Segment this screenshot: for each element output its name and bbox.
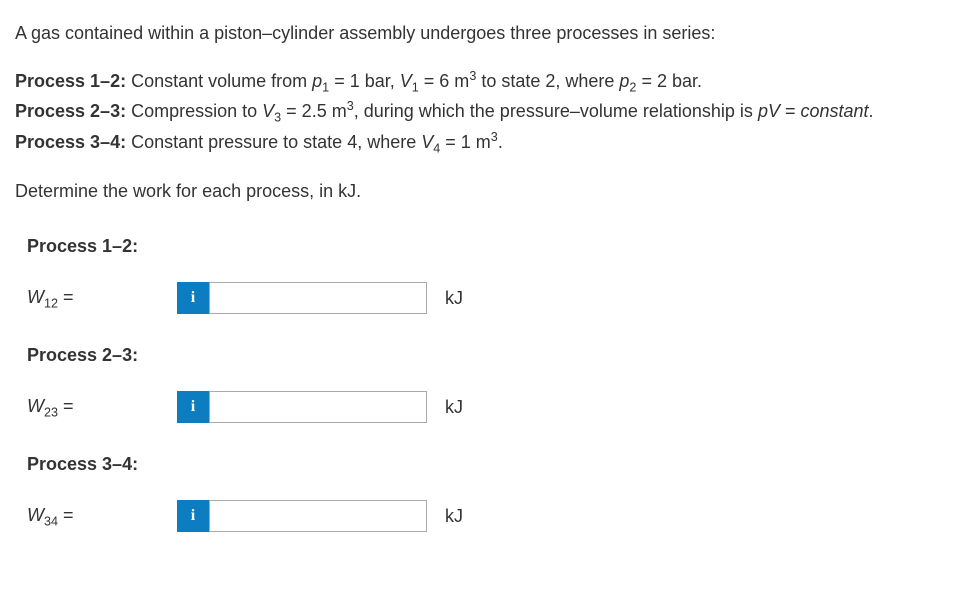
process-1-2-label: Process 1–2: xyxy=(15,71,126,91)
sub: 12 xyxy=(44,296,58,310)
var: V xyxy=(421,132,433,152)
process-3-4-desc: Process 3–4: Constant pressure to state … xyxy=(15,128,939,158)
text: Constant volume from xyxy=(126,71,312,91)
text: Constant pressure to state 4, where xyxy=(126,132,421,152)
sup: 3 xyxy=(491,130,498,144)
var: V xyxy=(262,101,274,121)
section-process-2-3: Process 2–3: W23 = i kJ xyxy=(15,342,939,423)
input-row-w34: W34 = i kJ xyxy=(27,500,939,532)
process-2-3-desc: Process 2–3: Compression to V3 = 2.5 m3,… xyxy=(15,97,939,127)
heading-process-1-2: Process 1–2: xyxy=(27,233,939,260)
eq: = xyxy=(58,396,74,416)
text: . xyxy=(498,132,503,152)
input-w12[interactable] xyxy=(209,282,427,314)
sup: 3 xyxy=(347,99,354,113)
label-w34: W34 = xyxy=(27,502,177,531)
input-row-w23: W23 = i kJ xyxy=(27,391,939,423)
process-2-3-label: Process 2–3: xyxy=(15,101,126,121)
label-w23: W23 = xyxy=(27,393,177,422)
unit-kj: kJ xyxy=(445,503,463,530)
heading-process-2-3: Process 2–3: xyxy=(27,342,939,369)
info-icon[interactable]: i xyxy=(177,500,209,532)
eq: = xyxy=(58,505,74,525)
section-process-3-4: Process 3–4: W34 = i kJ xyxy=(15,451,939,532)
process-3-4-label: Process 3–4: xyxy=(15,132,126,152)
var: W xyxy=(27,287,44,307)
text: . xyxy=(869,101,874,121)
text: = 6 m xyxy=(419,71,470,91)
text: , during which the pressure–volume relat… xyxy=(354,101,758,121)
input-w23[interactable] xyxy=(209,391,427,423)
input-row-w12: W12 = i kJ xyxy=(27,282,939,314)
text: Compression to xyxy=(126,101,262,121)
sub: 1 xyxy=(412,81,419,95)
determine-text: Determine the work for each process, in … xyxy=(15,178,939,205)
text: = 2 bar. xyxy=(636,71,702,91)
eq: = xyxy=(58,287,74,307)
sub: 23 xyxy=(44,405,58,419)
info-icon[interactable]: i xyxy=(177,391,209,423)
text: = 2.5 m xyxy=(281,101,347,121)
text: to state 2, where xyxy=(476,71,619,91)
section-process-1-2: Process 1–2: W12 = i kJ xyxy=(15,233,939,314)
sub: 34 xyxy=(44,514,58,528)
unit-kj: kJ xyxy=(445,285,463,312)
label-w12: W12 = xyxy=(27,284,177,313)
var: V xyxy=(400,71,412,91)
text: = 1 bar, xyxy=(329,71,400,91)
intro-text: A gas contained within a piston–cylinder… xyxy=(15,20,939,47)
var: W xyxy=(27,396,44,416)
var: pV xyxy=(758,101,780,121)
text: = xyxy=(780,101,801,121)
var: W xyxy=(27,505,44,525)
heading-process-3-4: Process 3–4: xyxy=(27,451,939,478)
input-w34[interactable] xyxy=(209,500,427,532)
italic: constant xyxy=(800,101,868,121)
text: = 1 m xyxy=(440,132,491,152)
process-1-2-desc: Process 1–2: Constant volume from p 1 = 1… xyxy=(15,67,939,97)
unit-kj: kJ xyxy=(445,394,463,421)
var: p xyxy=(312,71,322,91)
info-icon[interactable]: i xyxy=(177,282,209,314)
var: p xyxy=(619,71,629,91)
